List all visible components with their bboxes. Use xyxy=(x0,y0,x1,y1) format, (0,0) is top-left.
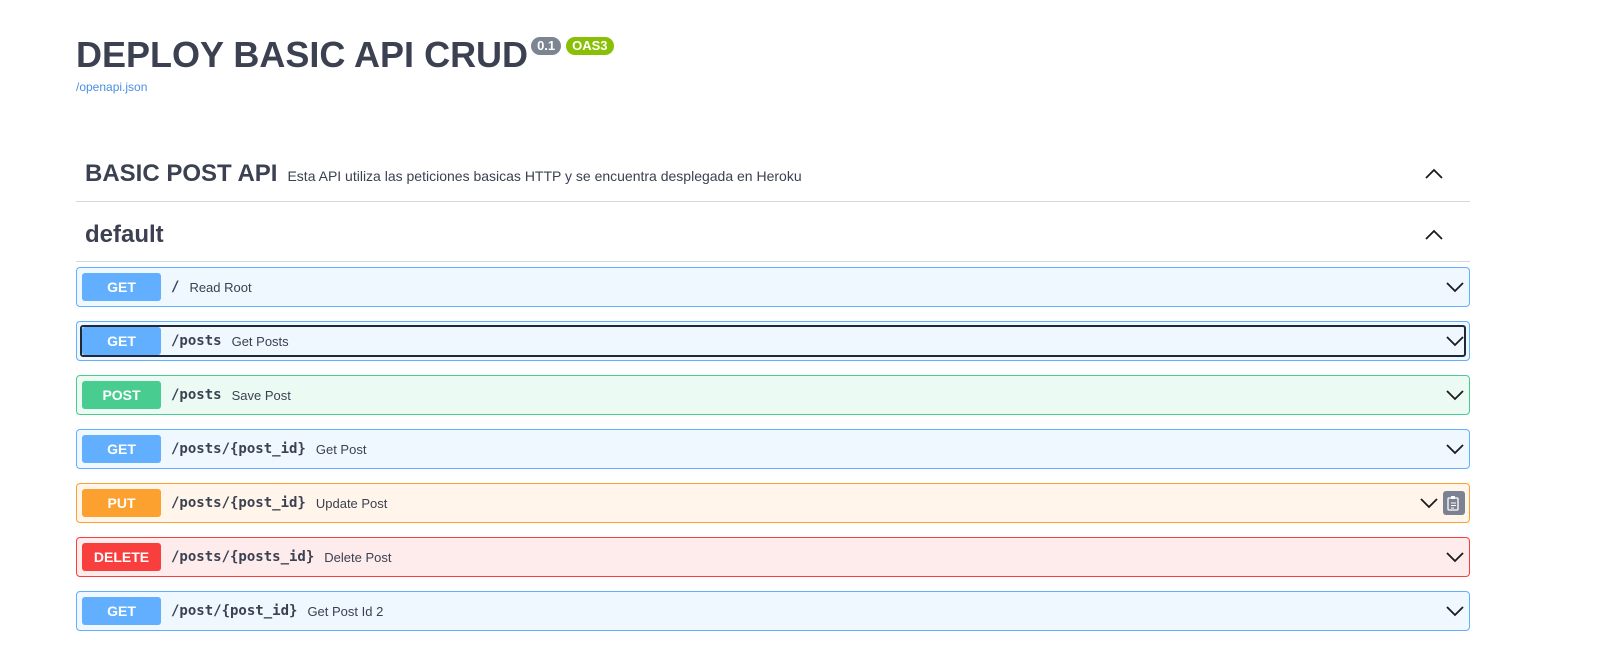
operation-summary: Get Post Id 2 xyxy=(307,603,384,619)
api-info: DEPLOY BASIC API CRUD 0.1 OAS3 /openapi.… xyxy=(76,34,614,94)
version-badge: 0.1 xyxy=(531,37,562,55)
tag-name: default xyxy=(85,221,164,248)
method-badge: DELETE xyxy=(82,543,161,571)
operation-post-posts[interactable]: POST /posts Save Post xyxy=(76,375,1470,415)
operation-path: /post/{post_id} xyxy=(171,603,298,619)
operation-summary: Save Post xyxy=(231,387,291,403)
operation-put-post[interactable]: PUT /posts/{post_id} Update Post xyxy=(76,483,1470,523)
tag-header-basic-post-api[interactable]: BASIC POST API Esta API utiliza las peti… xyxy=(76,147,1470,202)
api-title: DEPLOY BASIC API CRUD xyxy=(76,34,529,75)
chevron-up-icon[interactable] xyxy=(1424,225,1444,245)
operation-path: /posts/{post_id} xyxy=(171,441,306,457)
chevron-down-icon[interactable] xyxy=(1419,493,1439,513)
operation-summary: Update Post xyxy=(315,495,388,511)
clipboard-copy-icon[interactable] xyxy=(1443,491,1465,515)
method-badge: GET xyxy=(82,327,161,355)
method-badge: GET xyxy=(82,435,161,463)
operation-summary: Read Root xyxy=(189,279,252,295)
chevron-down-icon[interactable] xyxy=(1445,547,1465,567)
method-badge: GET xyxy=(82,273,161,301)
operation-summary: Delete Post xyxy=(324,549,392,565)
chevron-down-icon[interactable] xyxy=(1445,277,1465,297)
operation-get-post-by-id[interactable]: GET /posts/{post_id} Get Post xyxy=(76,429,1470,469)
operation-summary: Get Post xyxy=(315,441,367,457)
operation-path: /posts xyxy=(171,333,222,349)
method-badge: GET xyxy=(82,597,161,625)
openapi-json-link[interactable]: /openapi.json xyxy=(76,80,614,94)
oas-badge: OAS3 xyxy=(566,37,614,55)
chevron-down-icon[interactable] xyxy=(1445,601,1465,621)
operation-get-root[interactable]: GET / Read Root xyxy=(76,267,1470,307)
tag-description: Esta API utiliza las peticiones basicas … xyxy=(287,167,802,184)
tag-basic-post-api: BASIC POST API Esta API utiliza las peti… xyxy=(76,147,1470,202)
operation-summary: Get Posts xyxy=(231,333,289,349)
operation-path: / xyxy=(171,279,180,295)
operation-path: /posts/{post_id} xyxy=(171,495,306,511)
tag-header-default[interactable]: default xyxy=(76,209,1470,262)
operation-path: /posts xyxy=(171,387,222,403)
tag-default: default xyxy=(76,209,1470,262)
operation-get-posts[interactable]: GET /posts Get Posts xyxy=(76,321,1470,361)
tag-name: BASIC POST API xyxy=(85,160,278,187)
chevron-down-icon[interactable] xyxy=(1445,331,1465,351)
chevron-down-icon[interactable] xyxy=(1445,385,1465,405)
method-badge: POST xyxy=(82,381,161,409)
method-badge: PUT xyxy=(82,489,161,517)
chevron-up-icon[interactable] xyxy=(1424,164,1444,184)
operation-get-post-id-2[interactable]: GET /post/{post_id} Get Post Id 2 xyxy=(76,591,1470,631)
operation-path: /posts/{posts_id} xyxy=(171,549,315,565)
operation-delete-post[interactable]: DELETE /posts/{posts_id} Delete Post xyxy=(76,537,1470,577)
chevron-down-icon[interactable] xyxy=(1445,439,1465,459)
